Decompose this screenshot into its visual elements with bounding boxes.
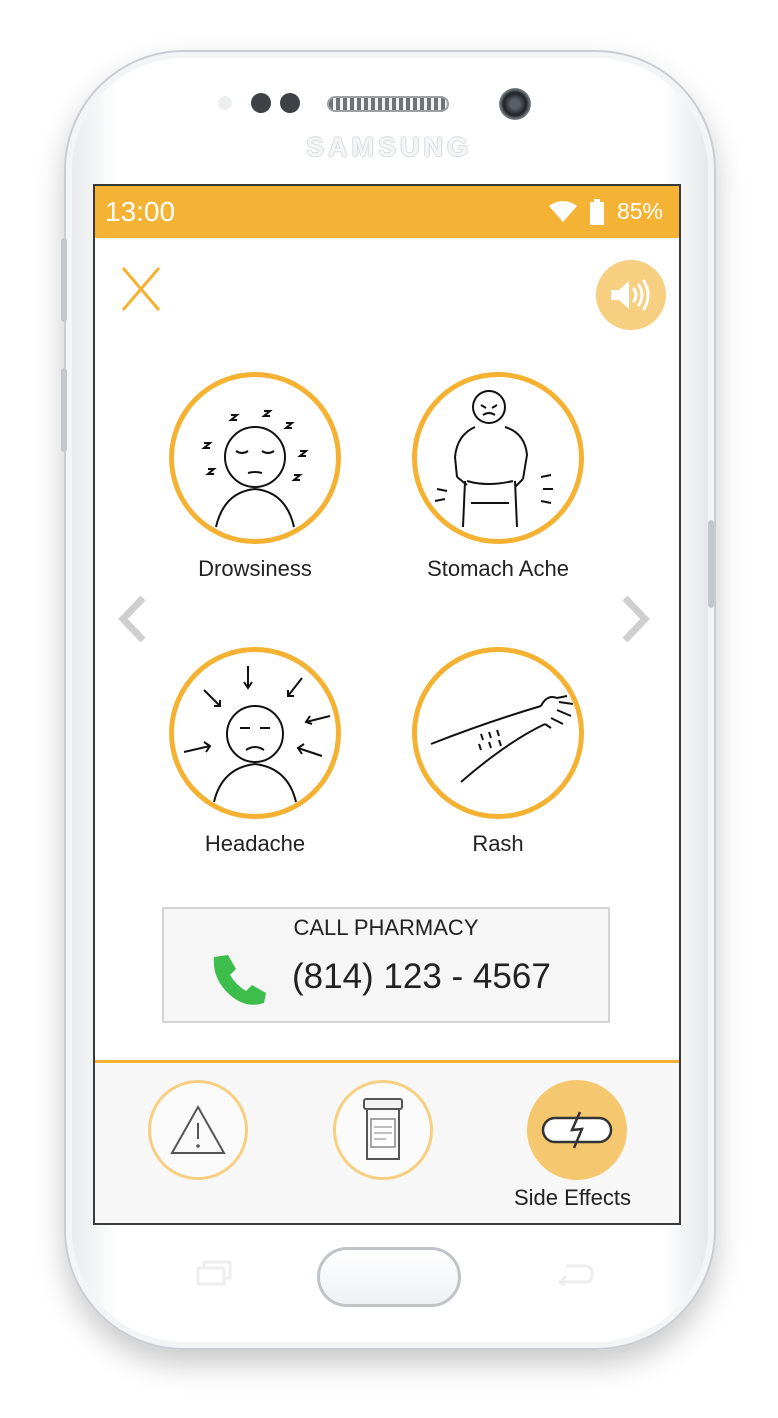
rash-sketch — [412, 647, 584, 819]
front-camera — [499, 88, 531, 120]
symptom-rash[interactable]: Rash — [388, 647, 608, 857]
symptom-label: Drowsiness — [198, 556, 312, 581]
back-icon[interactable] — [556, 1260, 594, 1286]
front-sensor — [251, 93, 271, 113]
symptom-label: Headache — [204, 831, 306, 856]
phone-icon — [213, 955, 266, 1005]
chevron-left-icon[interactable] — [113, 594, 153, 644]
tab-side-effects[interactable] — [527, 1080, 627, 1180]
close-button[interactable] — [119, 264, 165, 314]
tab-side-effects-label: Side Effects — [514, 1185, 631, 1210]
battery-icon — [589, 198, 604, 225]
drowsiness-sketch — [169, 372, 341, 544]
sound-button[interactable] — [596, 260, 666, 330]
headache-sketch — [169, 647, 341, 819]
power-button — [708, 520, 714, 608]
brand-logo: SAMSUNG — [305, 132, 472, 162]
front-sensor-2 — [280, 93, 300, 113]
wifi-icon — [548, 200, 577, 222]
pill-side-effects-icon — [541, 1111, 613, 1149]
volume-button — [61, 238, 67, 322]
warning-icon — [170, 1104, 226, 1154]
stomach-ache-sketch — [412, 372, 584, 544]
recent-apps-icon[interactable] — [196, 1260, 232, 1286]
bottom-tab-bar: Side Effects — [95, 1060, 679, 1223]
call-pharmacy-button[interactable]: CALL PHARMACY (814) 123 - 4567 — [162, 907, 610, 1023]
volume-button-lower — [61, 368, 67, 452]
proximity-sensor — [218, 96, 232, 110]
status-indicators: 85% — [548, 198, 663, 225]
pill-bottle-icon — [363, 1098, 403, 1160]
tab-warnings[interactable] — [148, 1080, 248, 1180]
symptom-label: Stomach Ache — [427, 556, 569, 581]
pharmacy-phone-number: (814) 123 - 4567 — [292, 957, 551, 996]
app-screen: 13:00 85% Drowsiness Stomach Ache Headac… — [93, 184, 681, 1225]
status-bar: 13:00 85% — [95, 186, 679, 238]
status-time: 13:00 — [105, 196, 176, 227]
call-pharmacy-title: CALL PHARMACY — [293, 915, 479, 940]
symptom-drowsiness[interactable]: Drowsiness — [145, 372, 365, 582]
symptom-stomach-ache[interactable]: Stomach Ache — [388, 372, 608, 582]
home-button[interactable] — [317, 1247, 461, 1307]
speaker-icon — [611, 279, 650, 311]
symptom-headache[interactable]: Headache — [145, 647, 365, 857]
tab-medication[interactable] — [333, 1080, 433, 1180]
earpiece-speaker — [327, 96, 449, 112]
battery-percent: 85% — [616, 198, 663, 224]
symptom-label: Rash — [472, 831, 524, 856]
chevron-right-icon[interactable] — [615, 594, 655, 644]
